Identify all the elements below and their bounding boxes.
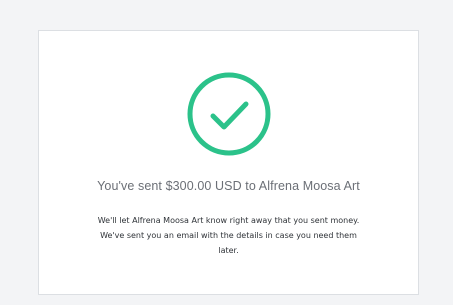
confirmation-message: We'll let Alfrena Moosa Art know right a…: [97, 216, 360, 255]
checkmark-circle-icon: [186, 71, 272, 157]
confirmation-card: You've sent $300.00 USD to Alfrena Moosa…: [38, 30, 419, 295]
payment-sent-headline: You've sent $300.00 USD to Alfrena Moosa…: [97, 179, 360, 193]
